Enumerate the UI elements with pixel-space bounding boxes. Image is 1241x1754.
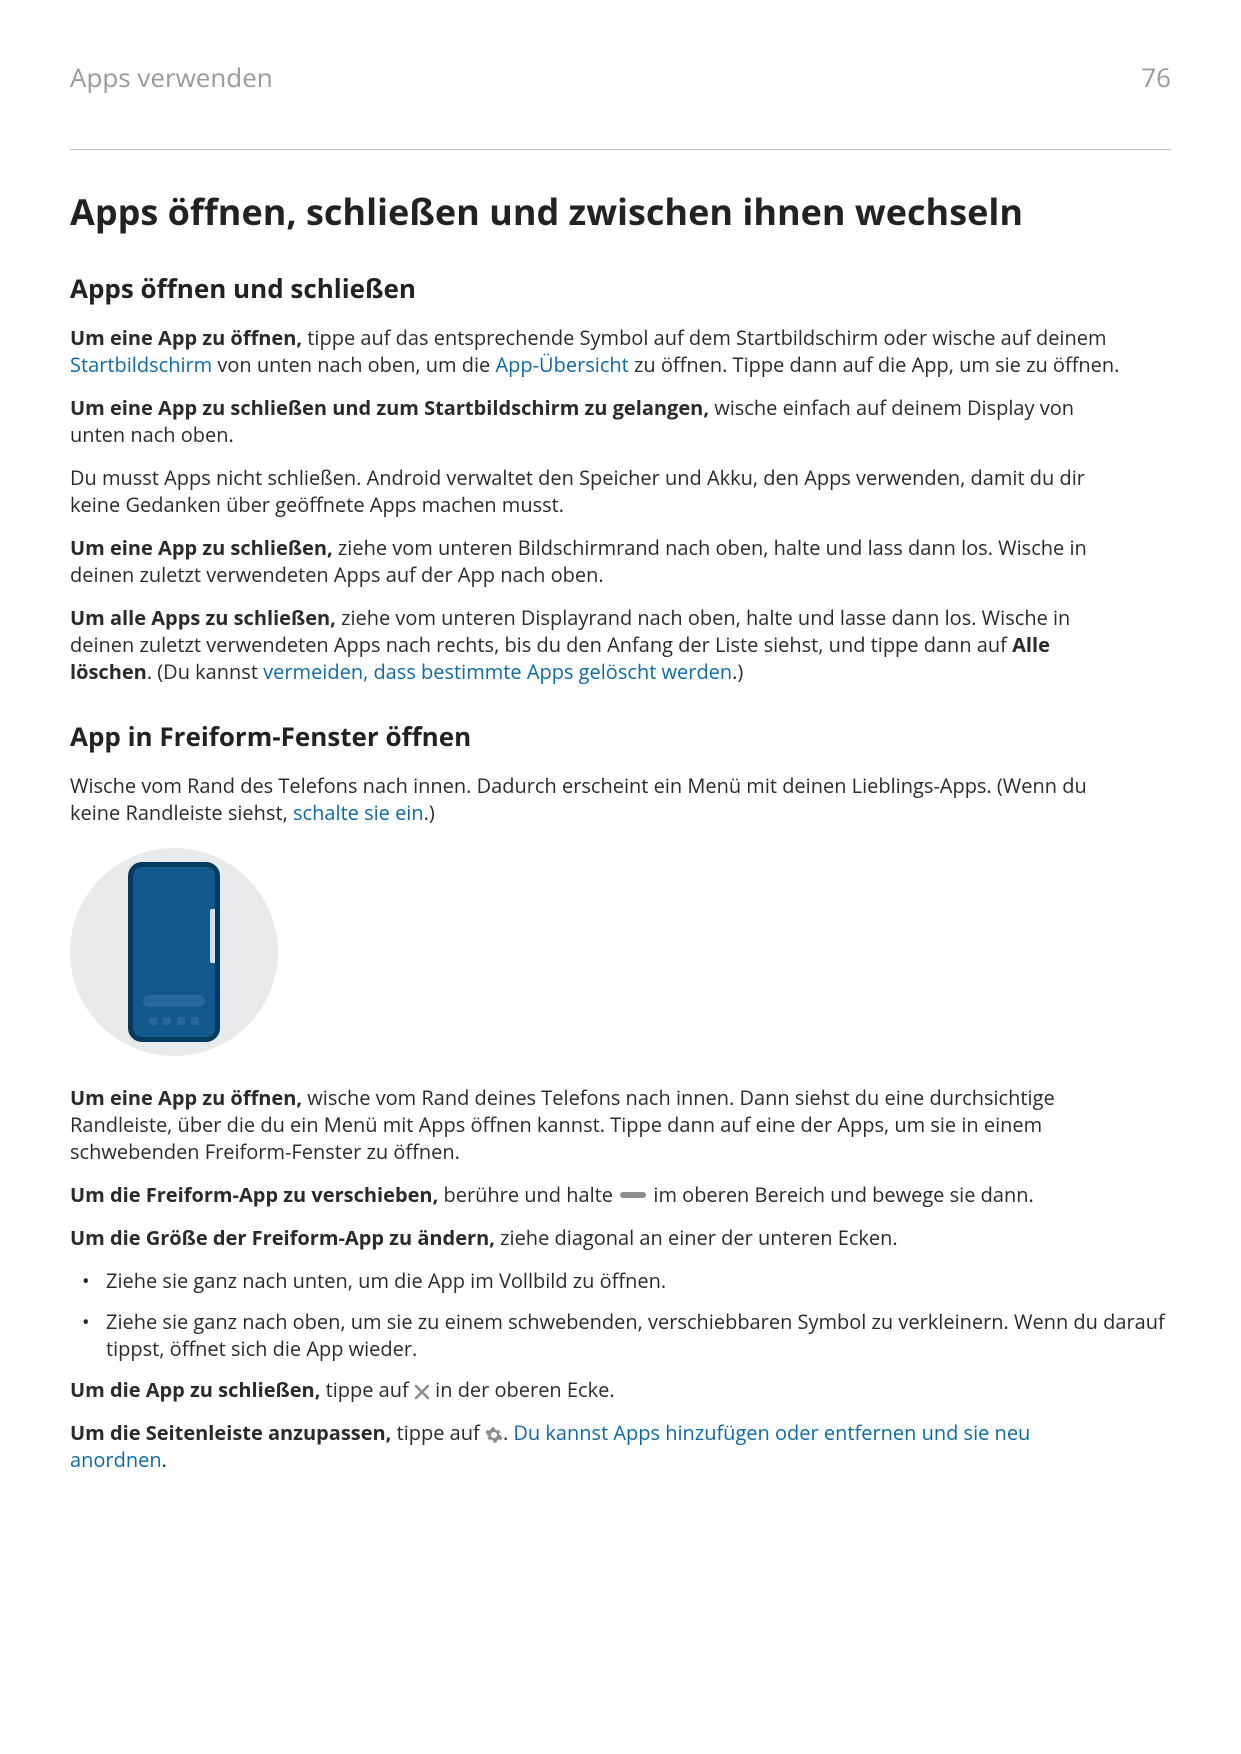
paragraph: Um die Größe der Freiform-App zu ändern,… xyxy=(70,1224,1130,1251)
text: von unten nach oben, um die xyxy=(212,351,495,378)
lead-text: Um alle Apps zu schließen, xyxy=(70,604,336,631)
paragraph: Um die Freiform-App zu verschieben, berü… xyxy=(70,1181,1130,1208)
link-prevent-delete[interactable]: vermeiden, dass bestimmte Apps gelöscht … xyxy=(263,658,732,685)
breadcrumb: Apps verwenden xyxy=(70,60,273,95)
text: .) xyxy=(732,658,743,685)
lead-text: Um eine App zu öffnen, xyxy=(70,1084,302,1111)
paragraph: Um eine App zu öffnen, tippe auf das ent… xyxy=(70,324,1130,378)
bullet-list: Ziehe sie ganz nach unten, um die App im… xyxy=(70,1267,1171,1362)
text: . xyxy=(503,1419,513,1446)
text: . (Du kannst xyxy=(147,658,263,685)
text: zu öffnen. Tippe dann auf die App, um si… xyxy=(629,351,1120,378)
section-heading-freeform: App in Freiform-Fenster öffnen xyxy=(70,719,1171,754)
text: tippe auf das entsprechende Symbol auf d… xyxy=(302,324,1106,351)
list-item: Ziehe sie ganz nach oben, um sie zu eine… xyxy=(70,1308,1171,1362)
paragraph: Um alle Apps zu schließen, ziehe vom unt… xyxy=(70,604,1130,685)
text: Wische vom Rand des Telefons nach innen.… xyxy=(70,772,1087,826)
text: .) xyxy=(424,799,435,826)
drag-handle-icon xyxy=(620,1192,646,1198)
text: tippe auf xyxy=(391,1419,485,1446)
close-icon xyxy=(414,1384,430,1400)
lead-text: Um die Freiform-App zu verschieben, xyxy=(70,1181,438,1208)
list-item: Ziehe sie ganz nach unten, um die App im… xyxy=(70,1267,1171,1294)
link-app-uebersicht[interactable]: App-Übersicht xyxy=(495,351,628,378)
lead-text: Um die Größe der Freiform-App zu ändern, xyxy=(70,1224,495,1251)
link-startbildschirm[interactable]: Startbildschirm xyxy=(70,351,212,378)
lead-text: Um eine App zu öffnen, xyxy=(70,324,302,351)
paragraph: Um die Seitenleiste anzupassen, tippe au… xyxy=(70,1419,1130,1473)
paragraph: Um die App zu schließen, tippe auf in de… xyxy=(70,1376,1130,1403)
section-heading-open-close: Apps öffnen und schließen xyxy=(70,271,1171,306)
lead-text: Um die App zu schließen, xyxy=(70,1376,320,1403)
paragraph: Wische vom Rand des Telefons nach innen.… xyxy=(70,772,1130,826)
lead-text: Um eine App zu schließen, xyxy=(70,534,333,561)
text: . xyxy=(162,1446,167,1473)
text: tippe auf xyxy=(320,1376,414,1403)
page-header: Apps verwenden 76 xyxy=(70,60,1171,95)
text: ziehe diagonal an einer der unteren Ecke… xyxy=(495,1224,898,1251)
text: in der oberen Ecke. xyxy=(430,1376,615,1403)
lead-text: Um eine App zu schließen und zum Startbi… xyxy=(70,394,709,421)
text: im oberen Bereich und bewege sie dann. xyxy=(648,1181,1034,1208)
paragraph: Um eine App zu schließen, ziehe vom unte… xyxy=(70,534,1130,588)
link-enable-sidebar[interactable]: schalte sie ein xyxy=(293,799,424,826)
gear-icon xyxy=(485,1426,503,1444)
illustration-phone-sidebar xyxy=(70,848,1171,1056)
lead-text: Um die Seitenleiste anzupassen, xyxy=(70,1419,391,1446)
page-title: Apps öffnen, schließen und zwischen ihne… xyxy=(70,188,1171,237)
header-rule xyxy=(70,149,1171,150)
paragraph: Du musst Apps nicht schließen. Android v… xyxy=(70,464,1130,518)
page-number: 76 xyxy=(1141,60,1171,95)
paragraph: Um eine App zu öffnen, wische vom Rand d… xyxy=(70,1084,1130,1165)
text: berühre und halte xyxy=(438,1181,618,1208)
paragraph: Um eine App zu schließen und zum Startbi… xyxy=(70,394,1130,448)
